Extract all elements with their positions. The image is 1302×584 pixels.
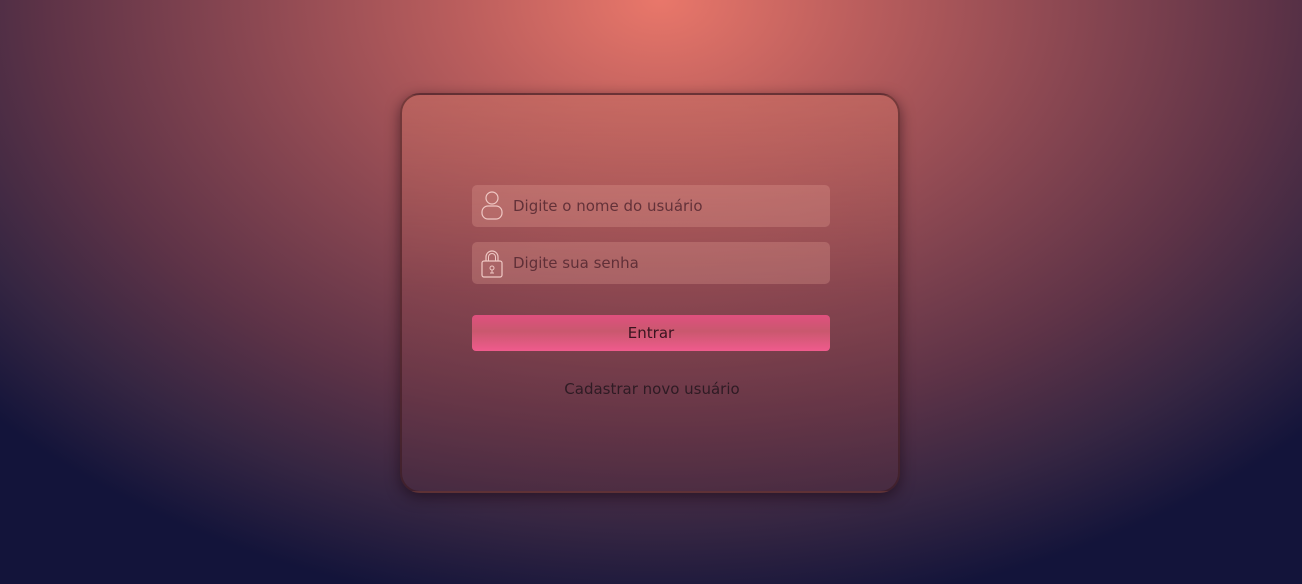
user-icon — [479, 190, 505, 222]
username-input[interactable] — [505, 185, 830, 227]
register-link[interactable]: Cadastrar novo usuário — [402, 380, 902, 398]
password-field[interactable] — [472, 242, 830, 284]
username-field[interactable] — [472, 185, 830, 227]
login-button[interactable]: Entrar — [472, 315, 830, 351]
lock-icon — [479, 247, 505, 279]
login-card: Entrar Cadastrar novo usuário — [400, 93, 900, 493]
password-input[interactable] — [505, 242, 830, 284]
